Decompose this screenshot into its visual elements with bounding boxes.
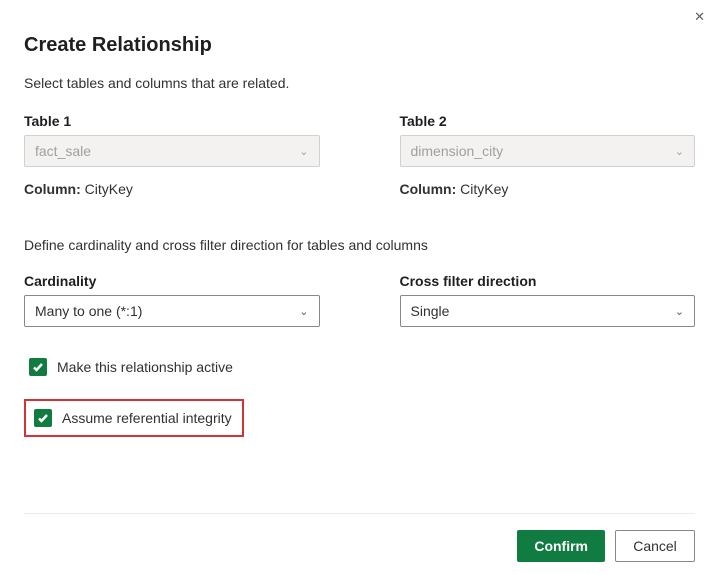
table2-column-label: Column: <box>400 181 457 197</box>
integrity-checkbox[interactable] <box>34 409 52 427</box>
cardinality-label: Cardinality <box>24 273 320 289</box>
chevron-down-icon: ⌄ <box>299 305 308 318</box>
create-relationship-dialog: ✕ Create Relationship Select tables and … <box>0 0 719 574</box>
table2-label: Table 2 <box>400 113 696 129</box>
table2-column: Column: CityKey <box>400 181 696 197</box>
crossfilter-value: Single <box>411 303 450 319</box>
checkmark-icon <box>37 412 49 424</box>
dialog-title: Create Relationship <box>24 34 695 57</box>
cancel-button[interactable]: Cancel <box>615 530 695 562</box>
cardinality-row: Cardinality Many to one (*:1) ⌄ Cross fi… <box>24 273 695 327</box>
active-checkbox-row: Make this relationship active <box>24 353 241 381</box>
table2-section: Table 2 dimension_city ⌄ Column: CityKey <box>400 113 696 197</box>
cardinality-select[interactable]: Many to one (*:1) ⌄ <box>24 295 320 327</box>
table1-label: Table 1 <box>24 113 320 129</box>
active-checkbox-label: Make this relationship active <box>57 359 233 375</box>
close-button[interactable]: ✕ <box>690 6 709 27</box>
close-icon: ✕ <box>694 9 705 24</box>
tables-row: Table 1 fact_sale ⌄ Column: CityKey Tabl… <box>24 113 695 197</box>
table1-column: Column: CityKey <box>24 181 320 197</box>
table1-column-label: Column: <box>24 181 81 197</box>
dialog-footer: Confirm Cancel <box>24 513 695 562</box>
dialog-subtitle: Select tables and columns that are relat… <box>24 75 695 91</box>
table1-section: Table 1 fact_sale ⌄ Column: CityKey <box>24 113 320 197</box>
chevron-down-icon: ⌄ <box>675 145 684 158</box>
table1-column-value: CityKey <box>85 181 133 197</box>
crossfilter-select[interactable]: Single ⌄ <box>400 295 696 327</box>
chevron-down-icon: ⌄ <box>675 305 684 318</box>
integrity-checkbox-label: Assume referential integrity <box>62 410 232 426</box>
checkmark-icon <box>32 361 44 373</box>
confirm-button[interactable]: Confirm <box>517 530 605 562</box>
active-checkbox[interactable] <box>29 358 47 376</box>
crossfilter-section: Cross filter direction Single ⌄ <box>400 273 696 327</box>
crossfilter-label: Cross filter direction <box>400 273 696 289</box>
cardinality-section: Cardinality Many to one (*:1) ⌄ <box>24 273 320 327</box>
table1-select[interactable]: fact_sale ⌄ <box>24 135 320 167</box>
table1-value: fact_sale <box>35 143 91 159</box>
integrity-checkbox-row: Assume referential integrity <box>24 399 244 437</box>
chevron-down-icon: ⌄ <box>299 145 308 158</box>
table2-select[interactable]: dimension_city ⌄ <box>400 135 696 167</box>
table2-value: dimension_city <box>411 143 504 159</box>
table2-column-value: CityKey <box>460 181 508 197</box>
cardinality-value: Many to one (*:1) <box>35 303 142 319</box>
define-text: Define cardinality and cross filter dire… <box>24 237 695 253</box>
